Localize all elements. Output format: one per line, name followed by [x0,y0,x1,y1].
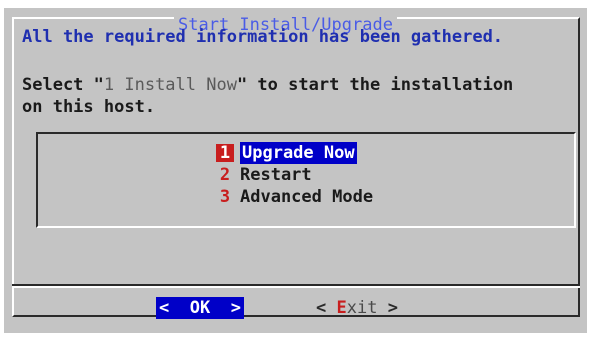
instruction-line-1: Select "1 Install Now" to start the inst… [22,74,513,96]
instruction-option-name: 1 Install Now [103,75,237,95]
menu-list: 1 Upgrade Now 2 Restart 3 Advanced Mode [36,132,576,228]
exit-hotkey: E [336,298,347,318]
exit-right-bracket: > [387,298,398,318]
ok-label: OK [189,298,211,318]
menu-item-label: Restart [240,165,312,185]
ok-left-bracket: < [159,298,170,318]
menu-item-label: Upgrade Now [240,142,357,164]
ok-button[interactable]: < OK > [156,297,244,319]
instruction-line-2: on this host. [22,97,156,117]
install-dialog: Start Install/Upgrade All the required i… [4,8,587,333]
exit-label-rest: xit [346,298,378,318]
menu-item-label: Advanced Mode [240,187,374,207]
exit-button[interactable]: < Exit > [316,297,398,319]
menu-item-number: 1 [216,144,234,162]
button-bar-divider [12,284,580,288]
menu-item-upgrade-now[interactable]: 1 Upgrade Now [216,142,357,164]
menu-item-number: 2 [219,165,231,185]
ok-right-bracket: > [230,298,241,318]
menu-item-restart[interactable]: 2 Restart [216,164,312,186]
instruction-prefix: Select " [22,75,104,95]
instruction-suffix: " to start the installation [236,75,514,95]
menu-item-number: 3 [219,187,231,207]
exit-left-bracket: < [316,298,327,318]
menu-item-advanced-mode[interactable]: 3 Advanced Mode [216,186,373,208]
info-gathered-text: All the required information has been ga… [22,27,504,47]
